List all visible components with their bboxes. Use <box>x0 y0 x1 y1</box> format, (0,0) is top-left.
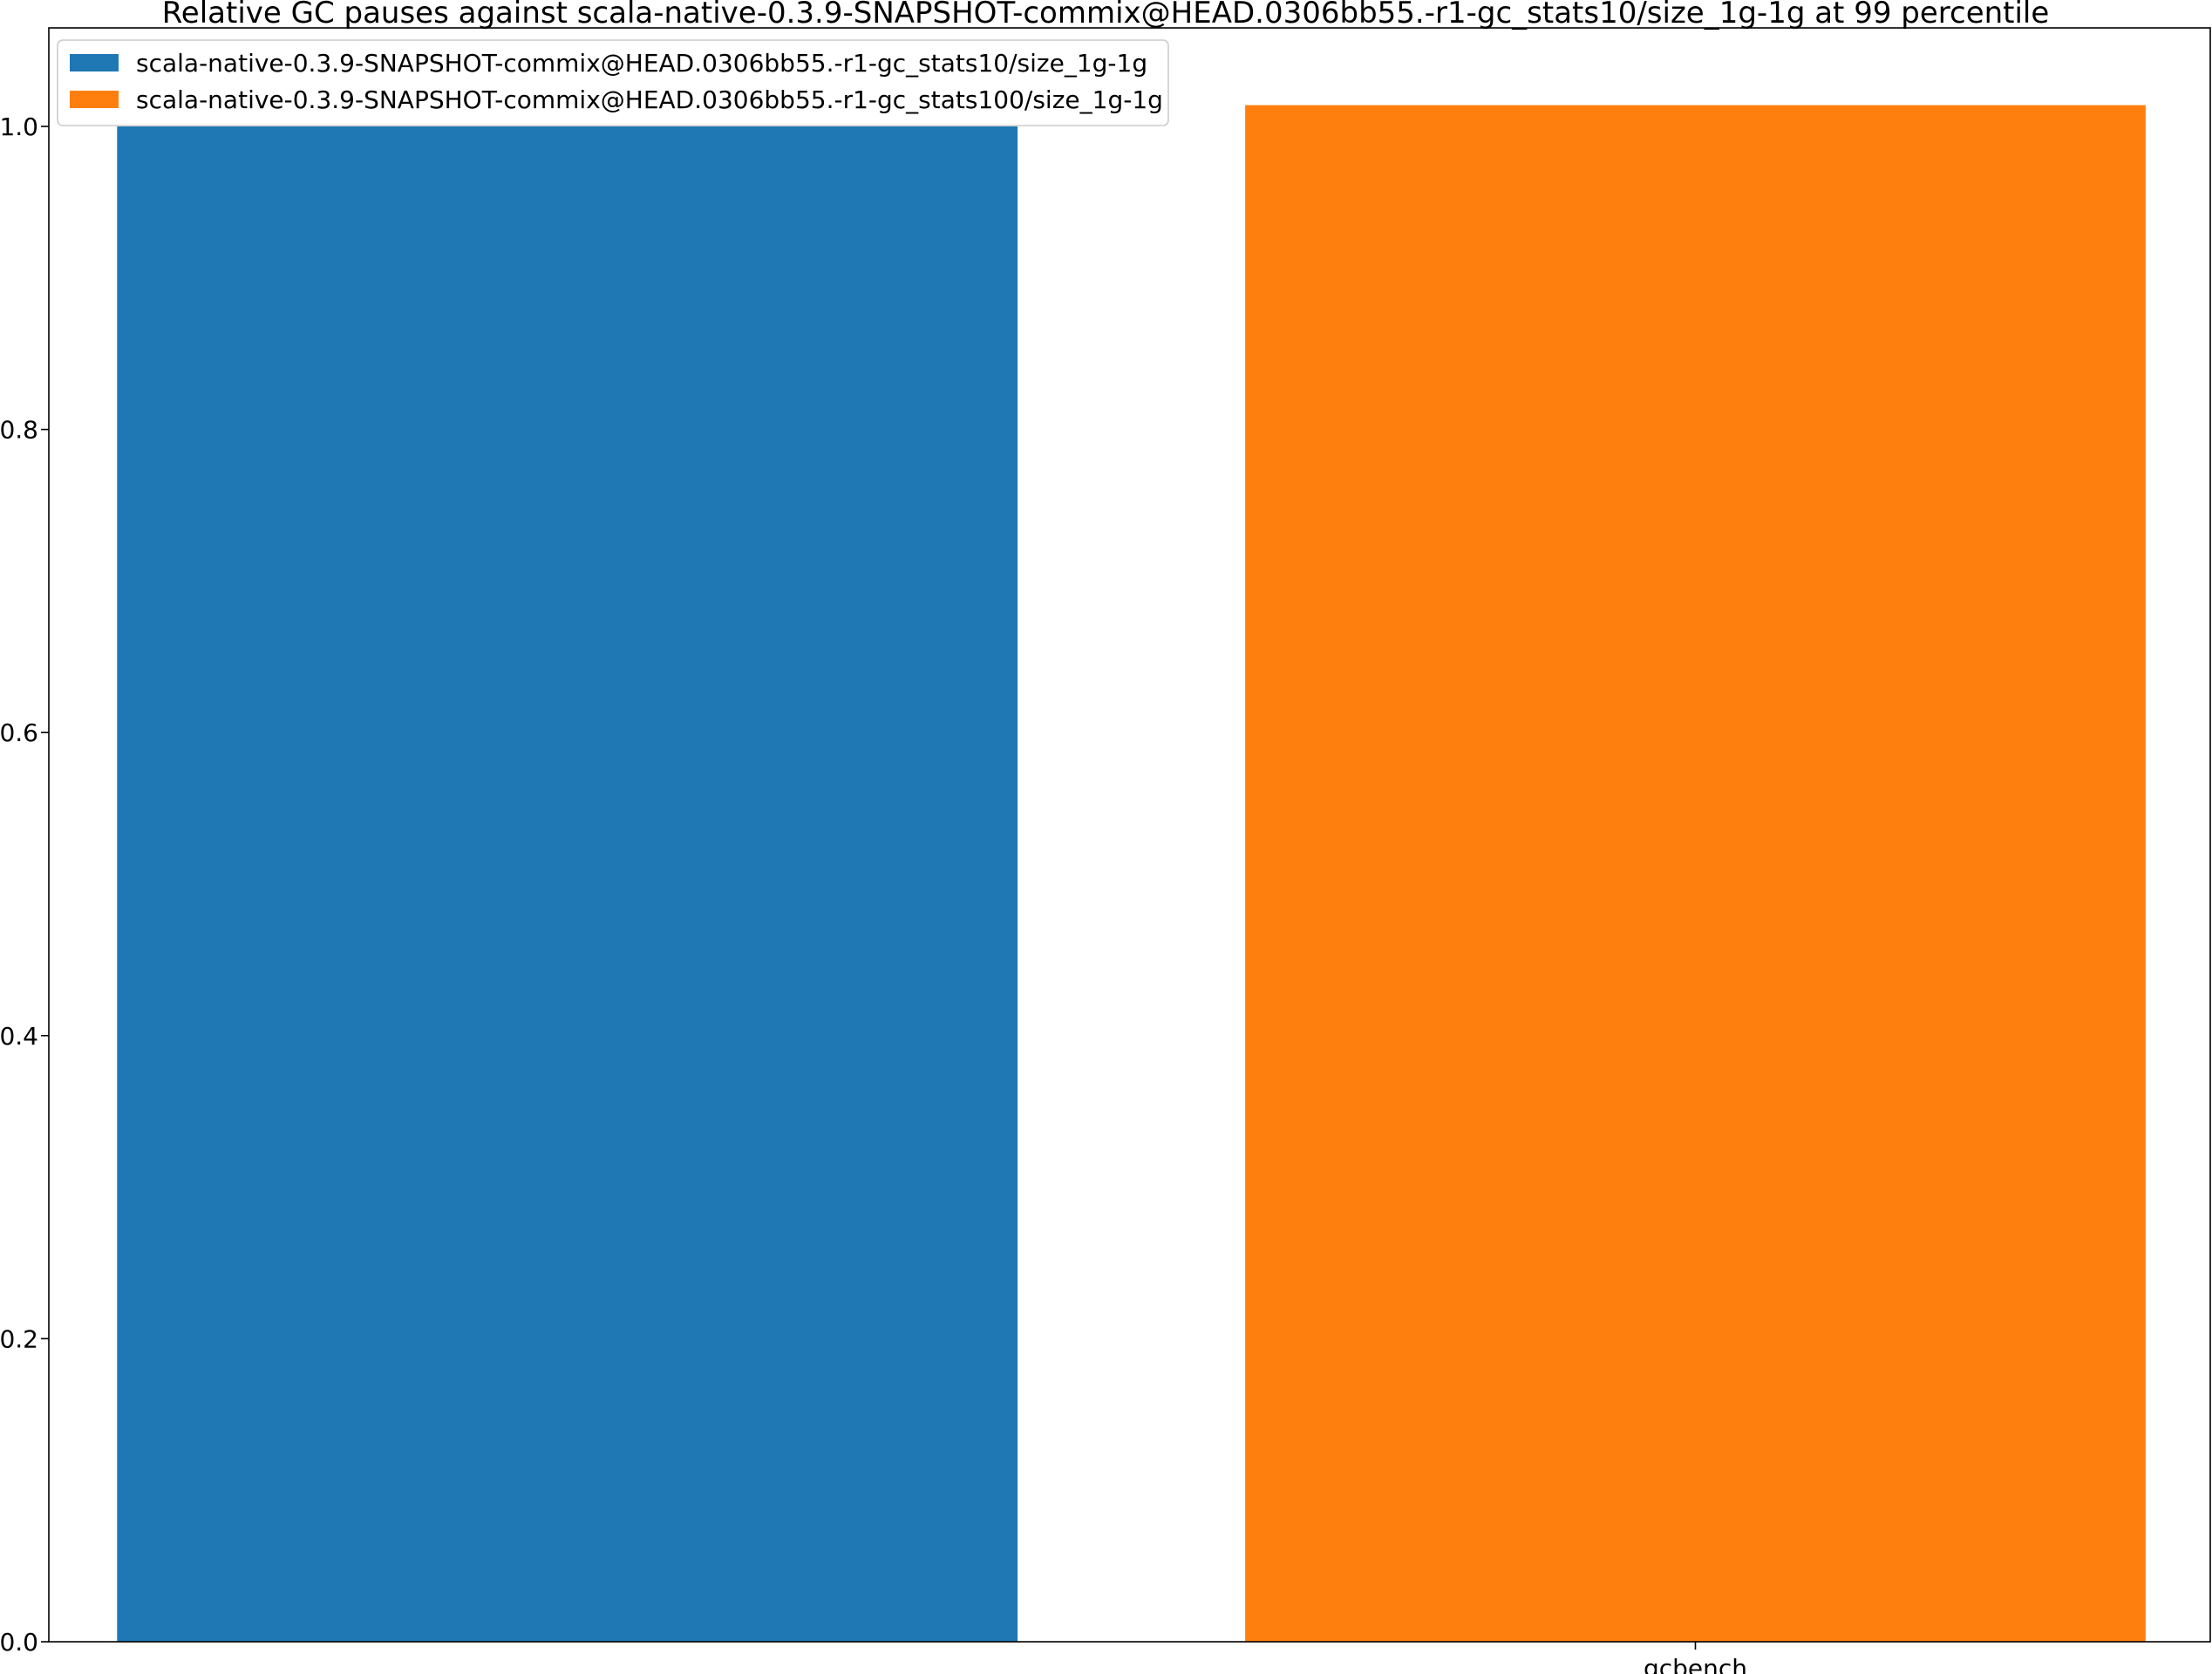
y-tick-label: 0.4 <box>0 1022 38 1051</box>
legend: scala-native-0.3.9-SNAPSHOT-commix@HEAD.… <box>57 39 1169 126</box>
y-tick-label: 0.6 <box>0 718 38 747</box>
chart-title: Relative GC pauses against scala-native-… <box>162 0 2050 31</box>
bar-series-2-gcbench <box>1245 105 2146 1643</box>
chart: Relative GC pauses against scala-native-… <box>0 0 2212 1674</box>
legend-label-series-1: scala-native-0.3.9-SNAPSHOT-commix@HEAD.… <box>136 49 1147 78</box>
legend-label-series-2: scala-native-0.3.9-SNAPSHOT-commix@HEAD.… <box>136 85 1163 114</box>
bar-series-1-gcbench <box>117 126 1018 1642</box>
legend-swatch-series-1 <box>70 54 119 71</box>
y-tick-label: 0.2 <box>0 1324 38 1353</box>
x-tick-label: gcbench <box>1644 1654 1747 1674</box>
legend-swatch-series-2 <box>70 91 119 108</box>
y-tick-label: 1.0 <box>0 112 38 141</box>
y-tick-label: 0.0 <box>0 1628 38 1657</box>
y-tick-label: 0.8 <box>0 416 38 445</box>
